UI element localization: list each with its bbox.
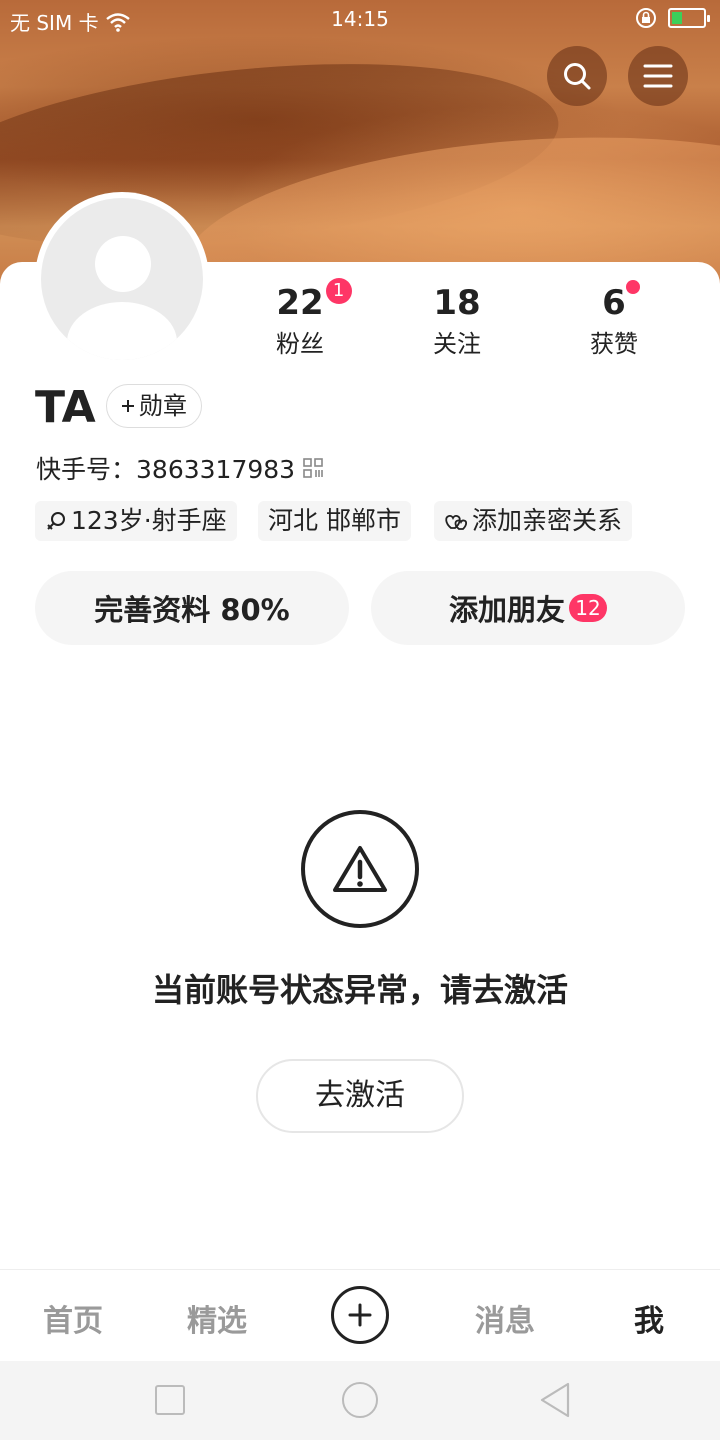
- recents-button[interactable]: [155, 1385, 185, 1415]
- back-button[interactable]: [538, 1381, 572, 1419]
- plus-icon: [122, 400, 134, 412]
- tag-intimate-relation[interactable]: 添加亲密关系: [434, 501, 633, 541]
- fans-count-wrap: 22 1: [276, 278, 352, 324]
- qrcode-icon[interactable]: [303, 458, 323, 478]
- medal-label: 勋章: [139, 392, 187, 420]
- profile-name: TA: [35, 382, 96, 433]
- following-label: 关注: [433, 330, 481, 358]
- menu-icon: [643, 64, 673, 88]
- fans-label: 粉丝: [276, 330, 324, 358]
- tab-me[interactable]: 我: [589, 1296, 709, 1340]
- tab-home[interactable]: 首页: [13, 1296, 133, 1340]
- status-right: [634, 6, 710, 30]
- likes-dot: [625, 280, 640, 294]
- warning-icon-circle: [301, 810, 419, 928]
- add-friends-badge: 12: [569, 594, 607, 622]
- search-icon: [564, 63, 591, 90]
- kuaishou-id-text: 快手号：3863317983: [36, 455, 296, 484]
- age-sign-label: 123岁·射手座: [71, 506, 227, 535]
- tab-featured[interactable]: 精选: [157, 1296, 277, 1340]
- add-friends-label: 添加朋友: [448, 593, 565, 627]
- battery-icon: [668, 8, 710, 28]
- account-warning-message: 当前账号状态异常，请去激活: [151, 971, 568, 1009]
- plus-icon: [348, 1303, 372, 1327]
- linked-hearts-icon: [445, 515, 468, 530]
- menu-button[interactable]: [628, 46, 688, 106]
- search-button[interactable]: [547, 46, 607, 106]
- avatar-placeholder: [41, 198, 203, 360]
- add-friends-button[interactable]: 添加朋友 12: [371, 571, 685, 645]
- kuaishou-id-row[interactable]: 快手号：3863317983: [36, 450, 323, 486]
- likes-label: 获赞: [590, 330, 638, 358]
- stat-fans[interactable]: 22 1 粉丝: [240, 278, 360, 359]
- following-count: 18: [433, 283, 481, 323]
- likes-count-wrap: 6: [602, 280, 640, 324]
- stat-likes[interactable]: 6 获赞: [554, 280, 674, 359]
- warning-icon: [333, 846, 387, 892]
- stat-following[interactable]: 18 关注: [397, 282, 517, 359]
- clock: 14:15: [331, 7, 389, 31]
- add-medal-button[interactable]: 勋章: [106, 384, 202, 428]
- tag-age-sign[interactable]: 123岁·射手座: [35, 501, 237, 541]
- tab-messages[interactable]: 消息: [445, 1296, 565, 1340]
- gender-icon: [47, 512, 65, 530]
- avatar[interactable]: [35, 192, 209, 366]
- create-button[interactable]: [331, 1286, 389, 1344]
- activate-button[interactable]: 去激活: [256, 1059, 464, 1133]
- status-bar: 无 SIM 卡 14:15: [0, 0, 720, 40]
- intimate-label: 添加亲密关系: [472, 506, 623, 535]
- complete-profile-button[interactable]: 完善资料 80%: [35, 571, 349, 645]
- location-label: 河北 邯郸市: [268, 506, 401, 535]
- fans-count: 22: [276, 283, 324, 323]
- complete-profile-label: 完善资料 80%: [94, 593, 290, 627]
- bottom-tab-bar: 首页 精选 消息 我: [0, 1269, 720, 1361]
- home-button[interactable]: [342, 1382, 378, 1418]
- system-nav-bar: [0, 1361, 720, 1440]
- rotation-lock-icon: [636, 8, 656, 28]
- tag-location[interactable]: 河北 邯郸市: [258, 501, 411, 541]
- likes-count: 6: [602, 283, 626, 323]
- fans-badge: 1: [325, 278, 352, 304]
